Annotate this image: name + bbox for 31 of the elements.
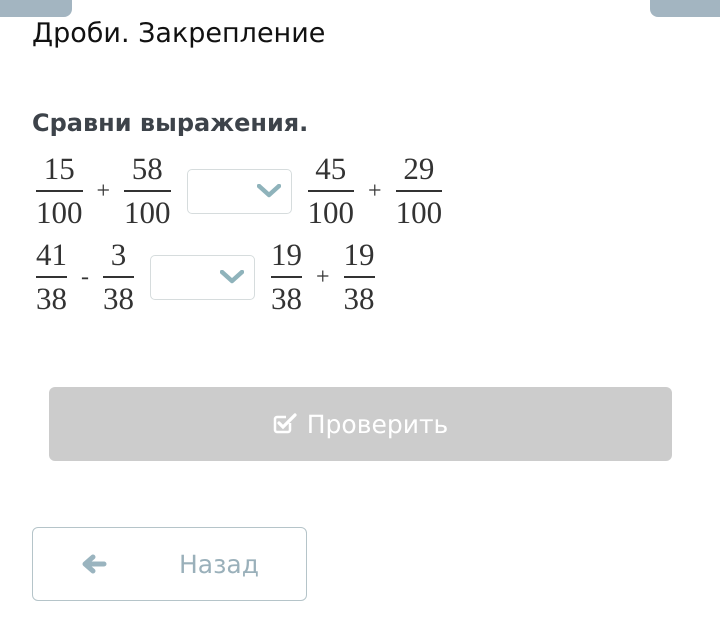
operator-sign: + <box>316 264 330 290</box>
task-prompt: Сравни выражения. <box>32 108 310 139</box>
top-panel-edge <box>650 0 720 17</box>
numerator: 15 <box>44 151 75 187</box>
arrow-left-icon <box>81 554 107 574</box>
numerator: 29 <box>403 151 434 187</box>
back-button[interactable]: Назад <box>32 527 307 601</box>
numerator: 45 <box>315 151 346 187</box>
denominator: 100 <box>36 195 82 231</box>
denominator: 38 <box>103 281 134 317</box>
numerator: 41 <box>36 237 67 273</box>
checkbox-icon <box>272 413 297 435</box>
denominator: 38 <box>271 281 302 317</box>
chevron-down-icon <box>256 184 281 198</box>
page-title: Дроби. Закрепление <box>32 17 326 51</box>
denominator: 100 <box>308 195 354 231</box>
operator-sign: + <box>368 178 382 204</box>
operator-sign: + <box>96 178 110 204</box>
denominator: 100 <box>396 195 442 231</box>
top-panel-edge <box>0 0 72 17</box>
numerator: 19 <box>344 237 375 273</box>
denominator: 38 <box>36 281 67 317</box>
denominator: 38 <box>344 281 375 317</box>
operator-sign: - <box>81 264 89 290</box>
comparison-dropdown[interactable] <box>150 254 255 300</box>
comparison-dropdown[interactable] <box>186 168 292 214</box>
numerator: 58 <box>132 151 163 187</box>
numerator: 19 <box>271 237 302 273</box>
denominator: 100 <box>124 195 171 231</box>
numerator: 3 <box>110 237 126 273</box>
chevron-down-icon <box>220 270 244 284</box>
